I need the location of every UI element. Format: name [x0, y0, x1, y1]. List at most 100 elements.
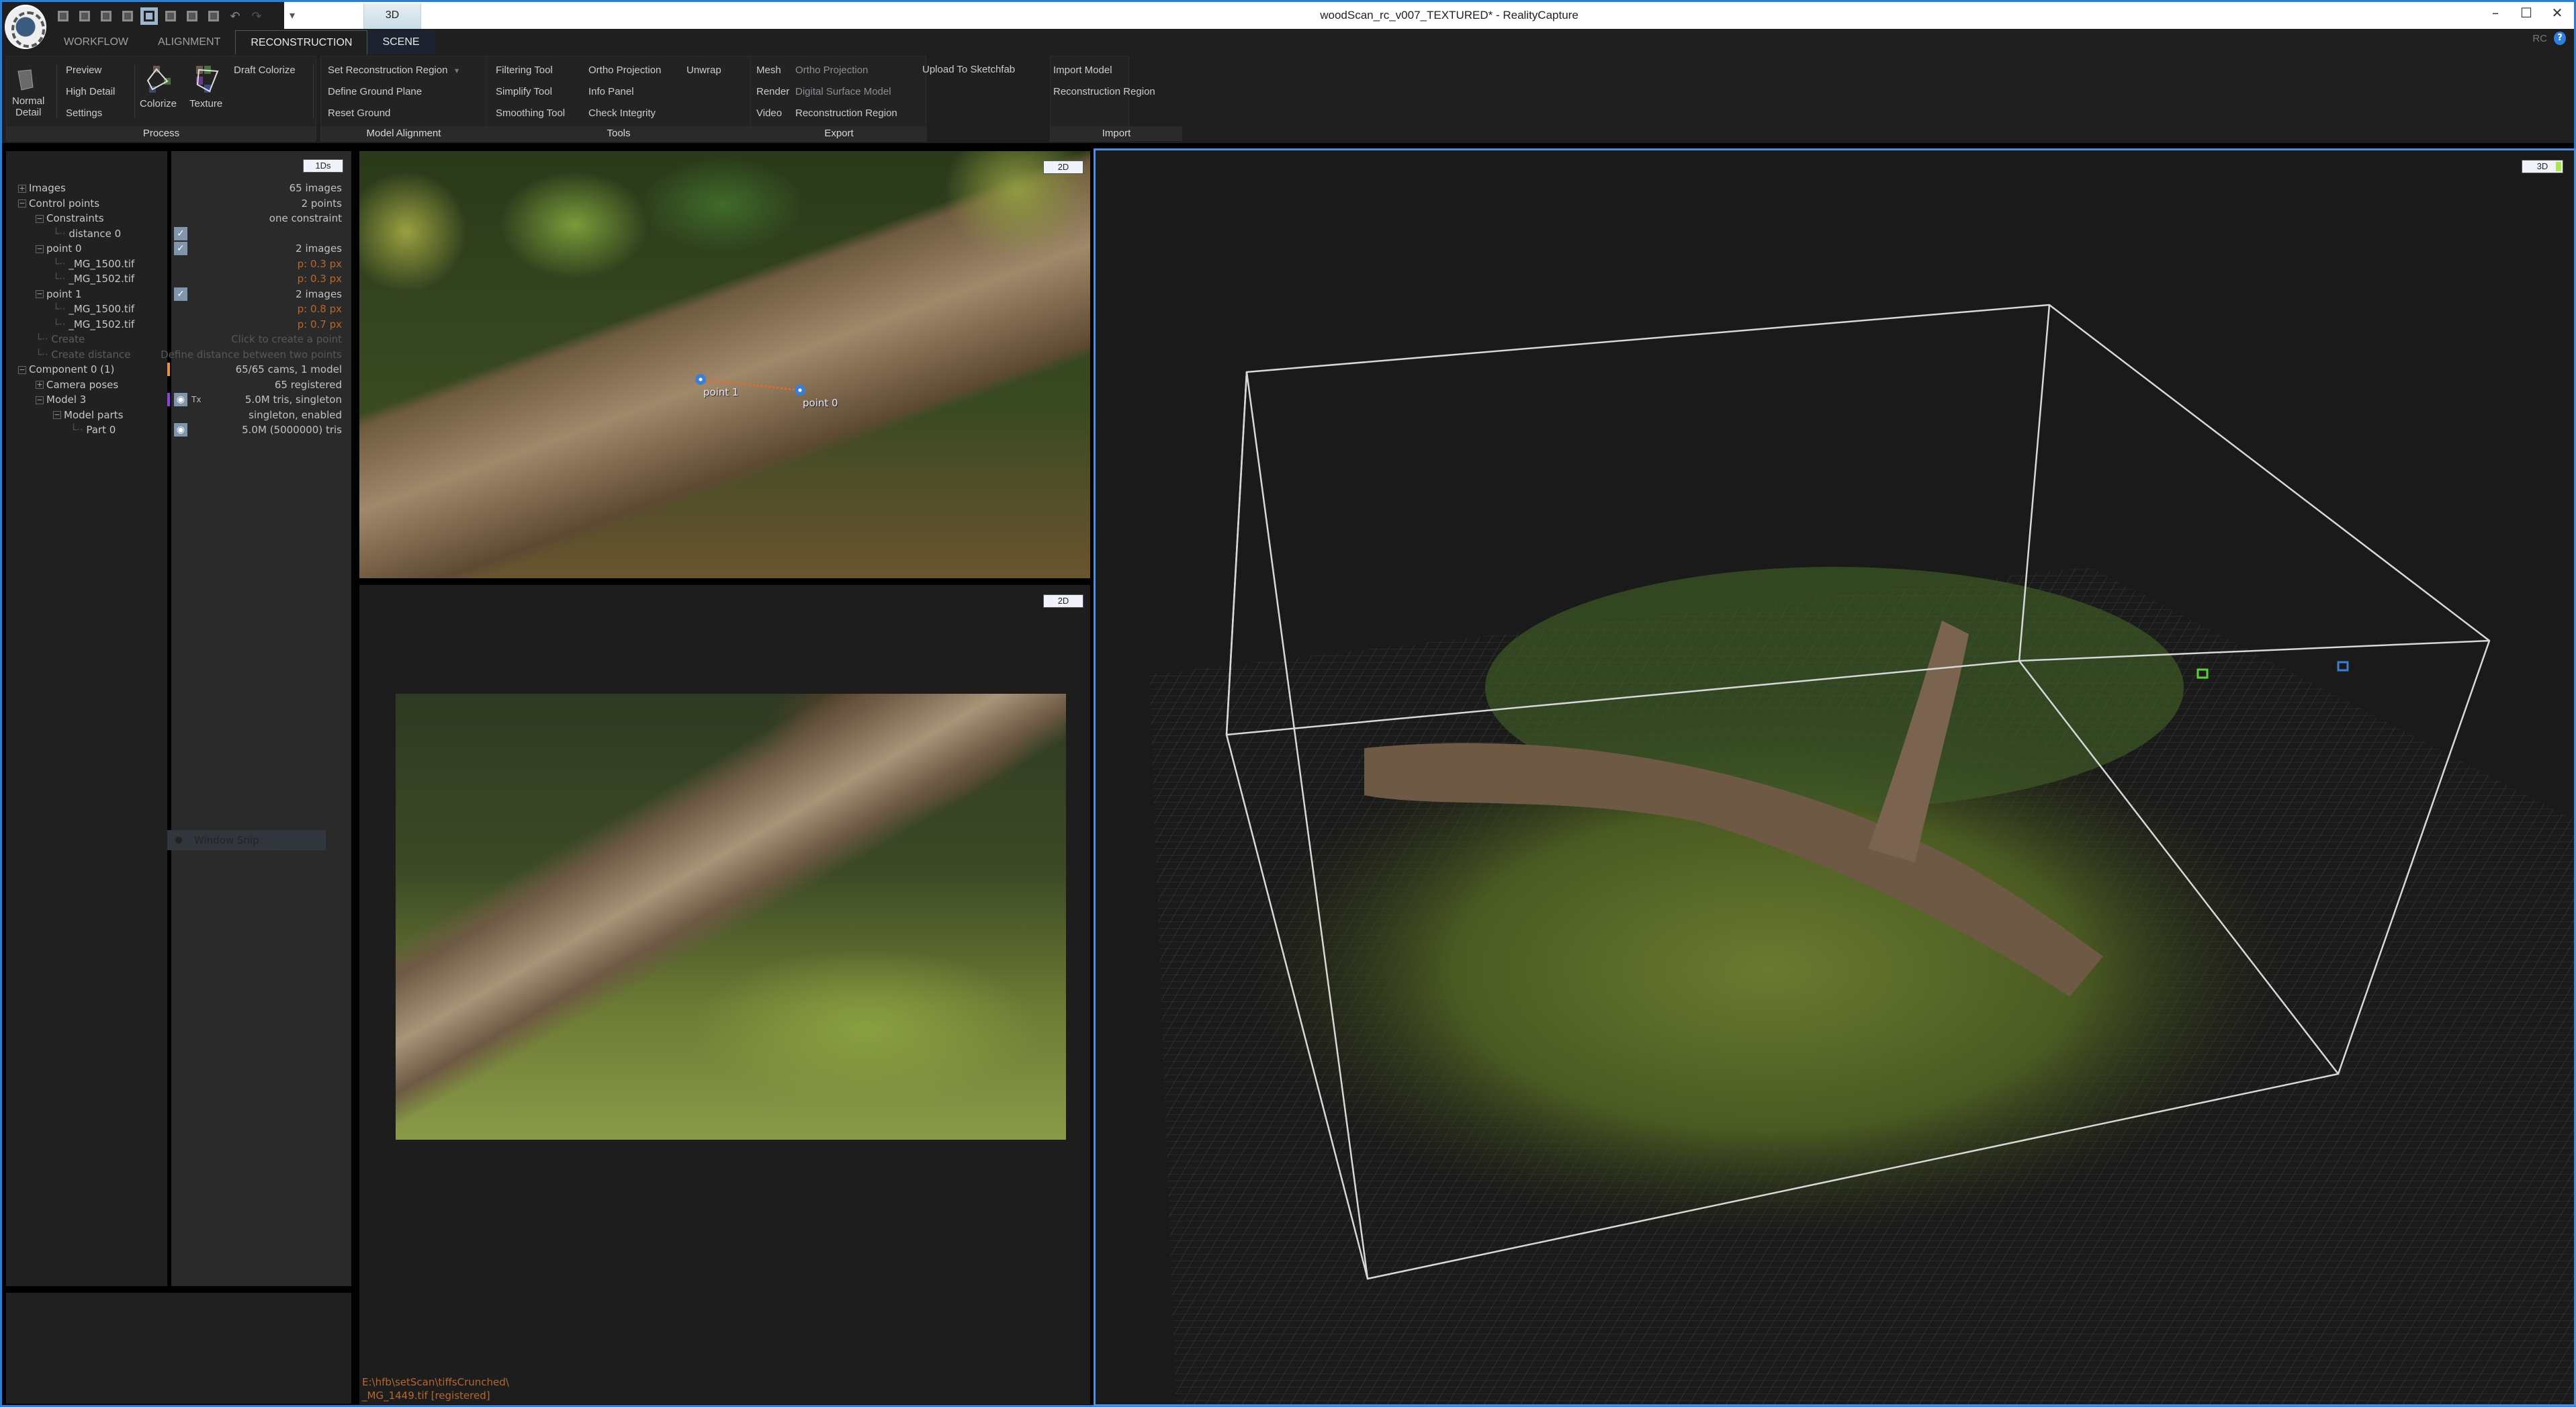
eye-icon[interactable]: ◉ — [174, 393, 187, 406]
tree-item[interactable]: └·· Part 0 — [71, 422, 116, 437]
ribbon-group-model-alignment: Set Reconstruction Region ▼ Define Groun… — [320, 56, 487, 142]
filtering-tool-button[interactable]: Filtering Tool — [496, 64, 553, 76]
tab-reconstruction[interactable]: RECONSTRUCTION — [235, 30, 368, 54]
visibility-checkbox[interactable]: ✓ — [174, 226, 187, 240]
help-icon[interactable]: ? — [2554, 32, 2566, 45]
set-reconstruction-region-button[interactable]: Set Reconstruction Region ▼ — [328, 64, 461, 76]
tree-item-value: one constraint — [269, 212, 342, 224]
control-point-marker-icon[interactable] — [695, 374, 706, 385]
tree-item[interactable]: └·· distance 0 — [53, 226, 121, 241]
colorize-icon[interactable] — [145, 64, 175, 97]
visibility-checkbox[interactable]: ✓ — [174, 242, 187, 255]
viewport-3d[interactable]: 3D — [1094, 148, 2576, 1406]
control-point-marker-icon[interactable] — [795, 385, 805, 396]
tree-item[interactable]: └·· _MG_1500.tif — [53, 257, 134, 271]
simplify-tool-button[interactable]: Simplify Tool — [496, 86, 552, 97]
tree-item[interactable]: − point 0 — [36, 241, 82, 256]
viewport-mode-2d-button[interactable]: 2D — [1043, 594, 1083, 608]
ribbon-group-process: Normal Detail Preview High Detail Settin… — [6, 56, 316, 142]
settings-button[interactable]: Settings — [66, 107, 102, 119]
tree-item-label: Part 0 — [86, 424, 116, 436]
chevron-down-icon[interactable]: ▼ — [453, 67, 461, 75]
import-model-button[interactable]: Import Model — [1053, 64, 1112, 76]
tab-workflow[interactable]: WORKFLOW — [49, 30, 143, 54]
tree-item[interactable]: └·· Create distance — [36, 347, 131, 362]
tree-item[interactable]: − Component 0 (1) — [18, 362, 114, 377]
texture-button[interactable]: Texture — [189, 98, 222, 109]
export-video-button[interactable]: Video — [756, 107, 782, 119]
tree-item[interactable]: + Camera poses — [36, 377, 118, 392]
export-ortho-projection-button[interactable]: Ortho Projection — [795, 64, 868, 76]
minimize-button[interactable]: – — [2480, 5, 2511, 21]
info-panel-button[interactable]: Info Panel — [588, 86, 634, 97]
tree-item-label: Constraints — [46, 212, 104, 224]
colorize-button[interactable]: Colorize — [140, 98, 177, 109]
tree-item-value: p: 0.8 px — [297, 303, 342, 315]
eye-icon[interactable]: ◉ — [174, 423, 187, 437]
texture-toggle-icon[interactable]: Tx — [191, 395, 201, 404]
tree-item[interactable]: − Model parts — [53, 408, 123, 422]
group-label-export: Export — [751, 126, 927, 141]
tree-item[interactable]: − Model 3 — [36, 392, 86, 407]
viewport-mode-3d-button[interactable]: 3D — [2522, 160, 2563, 173]
tree-item[interactable]: − Constraints — [36, 211, 104, 226]
export-render-button[interactable]: Render — [756, 86, 789, 97]
tree-item-label: Control points — [29, 197, 100, 210]
tree-connector: └·· — [71, 424, 87, 436]
viewport-mode-2d-button[interactable]: 2D — [1043, 161, 1083, 174]
expand-icon[interactable]: + — [18, 184, 26, 193]
check-integrity-button[interactable]: Check Integrity — [588, 107, 656, 119]
tree-mode-button[interactable]: 1Ds — [303, 159, 343, 173]
tree-connector: └·· — [53, 257, 69, 270]
ortho-projection-tool-button[interactable]: Ortho Projection — [588, 64, 661, 76]
export-dsm-button[interactable]: Digital Surface Model — [795, 86, 891, 97]
visibility-checkbox[interactable]: ✓ — [174, 287, 187, 301]
tree-item[interactable]: └·· _MG_1502.tif — [53, 271, 134, 286]
app-logo-icon[interactable] — [5, 5, 46, 49]
preview-button[interactable]: Preview — [66, 64, 101, 76]
separator — [56, 64, 57, 118]
draft-colorize-button[interactable]: Draft Colorize — [234, 64, 296, 76]
tree-item[interactable]: + Images — [18, 181, 66, 195]
tree-connector: └·· — [53, 318, 69, 330]
image-viewport-top[interactable]: point 1 point 0 2D — [359, 151, 1090, 578]
color-marker — [167, 393, 170, 406]
normal-detail-button[interactable]: Normal Detail — [12, 95, 44, 118]
smoothing-tool-button[interactable]: Smoothing Tool — [496, 107, 565, 119]
collapse-icon[interactable]: − — [53, 411, 61, 419]
tree-item-value: Define distance between two points — [161, 348, 342, 361]
collapse-icon[interactable]: − — [18, 199, 26, 208]
import-reconstruction-region-button[interactable]: Reconstruction Region — [1053, 86, 1155, 97]
tree-item[interactable]: − point 1 — [36, 287, 82, 302]
tree-item-value: 2 images — [296, 287, 342, 300]
bottom-left-panel — [6, 1293, 351, 1404]
reset-ground-button[interactable]: Reset Ground — [328, 107, 390, 119]
upload-sketchfab-button[interactable]: Upload To Sketchfab — [922, 64, 1015, 75]
expand-icon[interactable]: + — [36, 381, 44, 389]
define-ground-plane-button[interactable]: Define Ground Plane — [328, 86, 422, 97]
tree-item[interactable]: − Control points — [18, 196, 99, 211]
tree-item[interactable]: └·· _MG_1500.tif — [53, 302, 134, 316]
collapse-icon[interactable]: − — [18, 365, 26, 374]
maximize-button[interactable]: ☐ — [2511, 5, 2542, 21]
export-mesh-button[interactable]: Mesh — [756, 64, 781, 76]
export-reconstruction-region-button[interactable]: Reconstruction Region — [795, 107, 897, 119]
ribbon-group-tools: Filtering Tool Simplify Tool Smoothing T… — [486, 56, 752, 142]
collapse-icon[interactable]: − — [36, 396, 44, 404]
normal-detail-icon[interactable] — [16, 69, 35, 94]
ribbon-group-export: Mesh Render Video Ortho Projection Digit… — [750, 56, 927, 142]
texture-icon[interactable] — [193, 64, 223, 97]
tab-scene[interactable]: SCENE — [367, 30, 435, 54]
region-handle-icon[interactable] — [2337, 661, 2349, 672]
high-detail-button[interactable]: High Detail — [66, 86, 115, 97]
scene-3d-canvas[interactable] — [1096, 150, 2576, 1406]
tab-alignment[interactable]: ALIGNMENT — [143, 30, 235, 54]
close-button[interactable]: ✕ — [2542, 5, 2573, 21]
collapse-icon[interactable]: − — [36, 290, 44, 298]
mode-indicator — [2556, 162, 2561, 171]
collapse-icon[interactable]: − — [36, 244, 44, 253]
tree-item[interactable]: └·· _MG_1502.tif — [53, 317, 134, 332]
collapse-icon[interactable]: − — [36, 214, 44, 223]
tree-item[interactable]: └·· Create — [36, 332, 85, 347]
unwrap-button[interactable]: Unwrap — [686, 64, 721, 76]
